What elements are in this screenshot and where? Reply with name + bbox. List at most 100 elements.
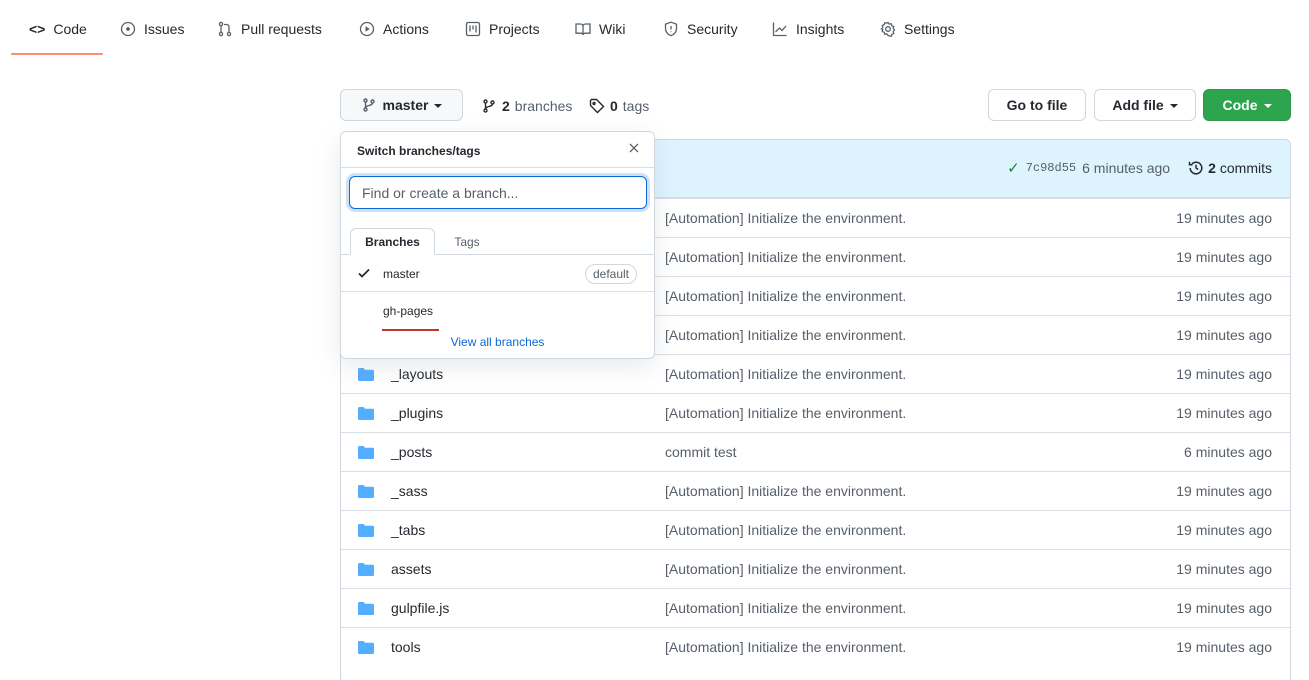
file-name-link[interactable]: tools: [391, 639, 421, 655]
dropdown-title: Switch branches/tags: [357, 144, 481, 158]
branch-item-gh-pages[interactable]: gh-pages: [341, 293, 654, 329]
tab-insights[interactable]: Insights: [772, 17, 844, 41]
file-name-link[interactable]: _posts: [391, 444, 432, 460]
gear-icon: [880, 21, 896, 37]
tab-tags[interactable]: Tags: [445, 228, 489, 255]
commit-message-link[interactable]: [Automation] Initialize the environment.: [665, 483, 906, 499]
file-name-link[interactable]: _layouts: [391, 366, 443, 382]
folder-icon: [358, 446, 374, 459]
commit-message-link[interactable]: [Automation] Initialize the environment.: [665, 366, 906, 382]
file-row[interactable]: _tabs [Automation] Initialize the environ…: [341, 510, 1290, 549]
tab-label: Issues: [144, 21, 185, 37]
tab-label: Wiki: [599, 21, 626, 37]
folder-icon: [358, 368, 374, 381]
commit-message-link[interactable]: [Automation] Initialize the environment.: [665, 522, 906, 538]
tab-label: Settings: [904, 21, 955, 37]
view-all-branches-link[interactable]: View all branches: [341, 335, 654, 349]
branch-select-label: master: [382, 97, 429, 113]
file-row[interactable]: _plugins [Automation] Initialize the envi…: [341, 393, 1290, 432]
tab-label: Actions: [383, 21, 429, 37]
commit-age: 19 minutes ago: [1176, 483, 1272, 499]
book-icon: [575, 23, 591, 36]
commit-message-link[interactable]: [Automation] Initialize the environment.: [665, 561, 906, 577]
commit-age: 6 minutes ago: [1184, 444, 1272, 460]
branch-select-button[interactable]: master: [340, 89, 463, 121]
tags-count: 0: [610, 98, 618, 114]
add-file-label: Add file: [1112, 97, 1164, 113]
pull-request-icon: [218, 21, 232, 37]
branch-switch-dropdown: Switch branches/tags Branches Tags maste…: [340, 131, 655, 359]
branch-filter-input[interactable]: [349, 176, 647, 209]
commit-message-link[interactable]: [Automation] Initialize the environment.: [665, 210, 906, 226]
folder-icon: [358, 485, 374, 498]
file-row[interactable]: tools [Automation] Initialize the environ…: [341, 627, 1290, 666]
commit-age: 19 minutes ago: [1176, 522, 1272, 538]
latest-commit-info: ✓ 7c98d55 6 minutes ago 2 commits: [1007, 159, 1272, 177]
commit-age: 19 minutes ago: [1176, 366, 1272, 382]
file-name-link[interactable]: gulpfile.js: [391, 600, 449, 616]
issue-circle-icon: [120, 21, 136, 37]
chevron-down-icon: [434, 104, 443, 108]
add-file-button[interactable]: Add file: [1094, 89, 1196, 121]
branch-icon: [362, 98, 375, 112]
tab-code[interactable]: <> Code: [29, 17, 87, 41]
file-row[interactable]: assets [Automation] Initialize the enviro…: [341, 549, 1290, 588]
tab-actions[interactable]: Actions: [359, 17, 429, 41]
commit-message-link[interactable]: [Automation] Initialize the environment.: [665, 405, 906, 421]
go-to-file-label: Go to file: [1006, 97, 1068, 113]
tab-branches[interactable]: Branches: [350, 228, 435, 255]
tab-projects[interactable]: Projects: [465, 17, 540, 41]
tags-word: tags: [622, 98, 650, 114]
code-button[interactable]: Code: [1203, 89, 1291, 121]
folder-icon: [358, 407, 374, 420]
folder-icon: [358, 563, 374, 576]
tag-icon: [589, 98, 605, 114]
selected-tab-indicator: [11, 53, 103, 55]
file-row[interactable]: _sass [Automation] Initialize the environ…: [341, 471, 1290, 510]
commit-message-link[interactable]: [Automation] Initialize the environment.: [665, 249, 906, 265]
commit-message-link[interactable]: commit test: [665, 444, 737, 460]
branches-count: 2: [502, 98, 510, 114]
commit-age: 19 minutes ago: [1176, 639, 1272, 655]
file-row[interactable]: gulpfile.js [Automation] Initialize the e…: [341, 588, 1290, 627]
file-name-link[interactable]: _tabs: [391, 522, 425, 538]
commit-sha-link[interactable]: 7c98d55: [1026, 161, 1076, 175]
tab-label: Insights: [796, 21, 845, 37]
branch-name: gh-pages: [383, 304, 434, 318]
tab-security[interactable]: Security: [663, 17, 738, 41]
folder-icon: [358, 641, 374, 654]
default-badge: default: [584, 264, 637, 284]
commit-time: 6 minutes ago: [1082, 160, 1171, 176]
commit-age: 19 minutes ago: [1176, 405, 1272, 421]
commit-message-link[interactable]: [Automation] Initialize the environment.: [665, 327, 906, 343]
tab-settings[interactable]: Settings: [880, 17, 955, 41]
highlight-underline: [382, 329, 439, 331]
commits-link[interactable]: 2 commits: [1188, 160, 1272, 176]
check-icon: [357, 266, 371, 280]
file-name-link[interactable]: assets: [391, 561, 431, 577]
file-name-link[interactable]: _sass: [391, 483, 428, 499]
file-name-link[interactable]: _plugins: [391, 405, 443, 421]
commit-message-link[interactable]: [Automation] Initialize the environment.: [665, 600, 906, 616]
tab-issues[interactable]: Issues: [120, 17, 184, 41]
branch-item-master[interactable]: master default: [341, 256, 654, 292]
commit-message-link[interactable]: [Automation] Initialize the environment.: [665, 639, 906, 655]
project-board-icon: [465, 21, 481, 37]
history-icon: [1188, 161, 1203, 175]
close-icon[interactable]: [626, 140, 642, 156]
tags-link[interactable]: 0 tags: [589, 96, 649, 116]
graph-icon: [772, 22, 787, 37]
shield-icon: [664, 21, 678, 37]
commits-count: 2: [1208, 160, 1216, 176]
tab-label: Pull requests: [241, 21, 322, 37]
tab-pull-requests[interactable]: Pull requests: [217, 17, 322, 41]
file-row[interactable]: _layouts [Automation] Initialize the envi…: [341, 354, 1290, 393]
file-row[interactable]: _posts commit test 6 minutes ago: [341, 432, 1290, 471]
branches-link[interactable]: 2 branches: [481, 96, 572, 116]
go-to-file-button[interactable]: Go to file: [988, 89, 1086, 121]
commit-age: 19 minutes ago: [1176, 288, 1272, 304]
commits-word: commits: [1219, 160, 1272, 176]
commit-message-link[interactable]: [Automation] Initialize the environment.: [665, 288, 906, 304]
repo-nav: <> Code Issues Pull requests Actions Pro…: [0, 0, 1309, 58]
tab-wiki[interactable]: Wiki: [575, 17, 625, 41]
